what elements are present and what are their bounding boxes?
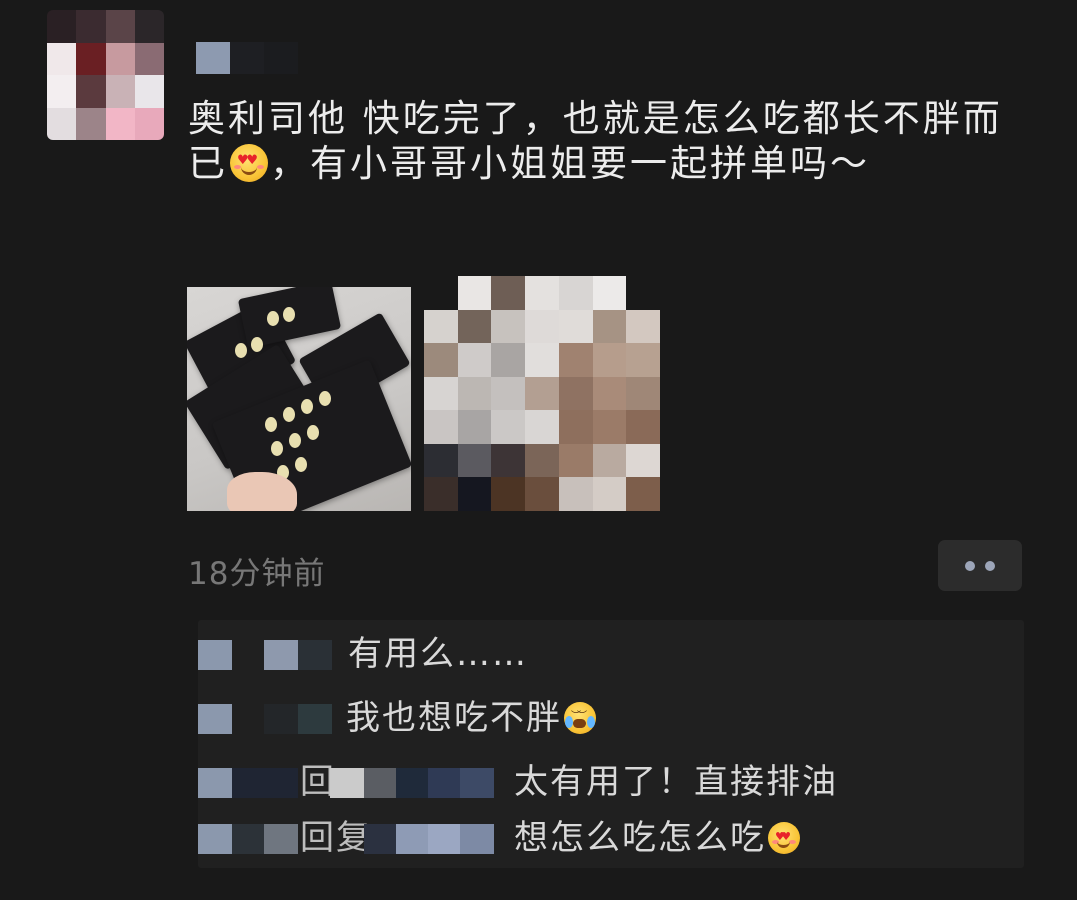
- comments-section: 有用么…… 我也想吃不胖 ︶ ︶ 回 太有用了！直接排油 回复 想怎么吃怎么吃 ♥ ♥: [198, 620, 1024, 868]
- pill: [289, 433, 301, 448]
- reply-target-redacted: [364, 768, 396, 798]
- comment-row[interactable]: 回 太有用了！直接排油: [198, 760, 1024, 804]
- commenter-name-redacted: [264, 824, 298, 854]
- comment-text: 太有用了！直接排油: [514, 762, 838, 802]
- pill: [307, 425, 319, 440]
- pixelated-photo[interactable]: [424, 276, 660, 511]
- reply-label: 回复: [300, 818, 372, 858]
- username-redacted[interactable]: [196, 42, 298, 74]
- comment-text: 我也想吃不胖 ︶ ︶: [346, 696, 598, 740]
- reply-target-redacted: [428, 824, 460, 854]
- commenter-name-redacted: [264, 704, 298, 734]
- comment-text-body: 我也想吃不胖: [346, 698, 562, 738]
- reply-target-redacted: [460, 768, 494, 798]
- reply-target-redacted: [460, 824, 494, 854]
- avatar[interactable]: [47, 10, 164, 140]
- post-text: 奥利司他 快吃完了，也就是怎么吃都长不胖而已 ♥ ♥ ，有小哥哥小姐姐要一起拼单吗～: [188, 96, 1018, 186]
- post-text-part2: ，有小哥哥小姐姐要一起拼单吗～: [270, 142, 870, 185]
- pill: [267, 311, 279, 326]
- comment-text-body: 想怎么吃怎么吃: [514, 818, 766, 858]
- pill: [283, 307, 295, 322]
- comment-text: 想怎么吃怎么吃 ♥ ♥: [514, 816, 802, 860]
- pill: [283, 407, 295, 422]
- reply-target-redacted: [396, 824, 428, 854]
- pill: [301, 399, 313, 414]
- comment-row[interactable]: 我也想吃不胖 ︶ ︶: [198, 696, 1024, 740]
- pill: [265, 417, 277, 432]
- commenter-name-redacted: [298, 704, 332, 734]
- pill: [295, 457, 307, 472]
- heart-eyes-emoji: ♥ ♥: [768, 822, 800, 854]
- reply-target-redacted: [364, 824, 396, 854]
- commenter-name-redacted: [298, 640, 332, 670]
- comment-row[interactable]: 回复 想怎么吃怎么吃 ♥ ♥: [198, 816, 1024, 860]
- reply-target-redacted: [428, 768, 460, 798]
- timestamp: 18分钟前: [188, 556, 326, 592]
- pill: [319, 391, 331, 406]
- commenter-name-redacted: [232, 768, 298, 798]
- pill: [251, 337, 263, 352]
- commenter-name-redacted[interactable]: [198, 768, 232, 798]
- reply-target-redacted: [396, 768, 428, 798]
- reply-target-redacted: [330, 768, 364, 798]
- more-dots-icon: [965, 560, 975, 571]
- hand: [227, 472, 297, 511]
- comment-text: 有用么……: [348, 634, 528, 674]
- commenter-name-redacted[interactable]: [198, 704, 232, 734]
- commenter-name-redacted[interactable]: [198, 824, 232, 854]
- crying-laughing-emoji: ︶ ︶: [564, 702, 596, 734]
- pill: [271, 441, 283, 456]
- pill: [235, 343, 247, 358]
- heart-eyes-emoji: ♥ ♥: [230, 144, 268, 182]
- commenter-name-redacted[interactable]: [198, 640, 232, 670]
- commenter-name-redacted: [264, 640, 298, 670]
- comment-row[interactable]: 有用么……: [198, 632, 1024, 676]
- pill-cards-photo[interactable]: [187, 287, 411, 511]
- commenter-name-redacted: [232, 824, 264, 854]
- more-dots-icon: [985, 560, 995, 571]
- more-button[interactable]: [938, 540, 1022, 591]
